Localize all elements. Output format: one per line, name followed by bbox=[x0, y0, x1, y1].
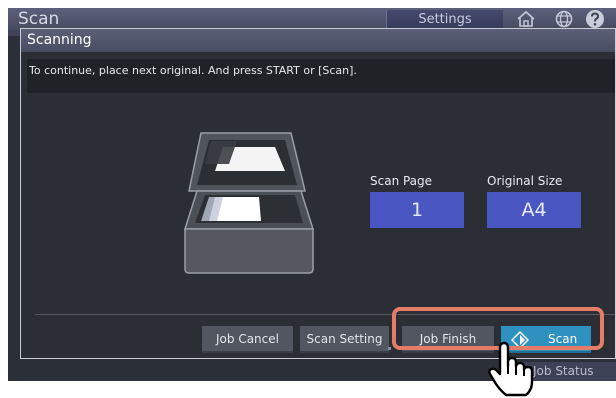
home-icon[interactable] bbox=[507, 9, 545, 29]
dialog-title: Scanning bbox=[21, 29, 615, 52]
job-cancel-button[interactable]: Job Cancel bbox=[202, 326, 293, 353]
original-size-label: Original Size bbox=[487, 174, 563, 188]
settings-tab[interactable]: Settings bbox=[386, 10, 503, 30]
pointing-hand-icon bbox=[488, 341, 534, 397]
header-bar: Scan Settings bbox=[8, 8, 616, 30]
scan-setting-corner-mark bbox=[388, 347, 391, 350]
globe-icon[interactable] bbox=[545, 9, 583, 29]
scan-page-value: 1 bbox=[370, 192, 464, 228]
app-title: Scan bbox=[18, 9, 60, 29]
help-icon[interactable] bbox=[585, 9, 616, 29]
instruction-message: To continue, place next original. And pr… bbox=[27, 59, 615, 93]
scan-page-label: Scan Page bbox=[370, 174, 433, 188]
original-size-value: A4 bbox=[487, 192, 581, 228]
scan-setting-button[interactable]: Scan Setting bbox=[300, 326, 389, 353]
scanner-illustration-icon bbox=[183, 132, 315, 274]
